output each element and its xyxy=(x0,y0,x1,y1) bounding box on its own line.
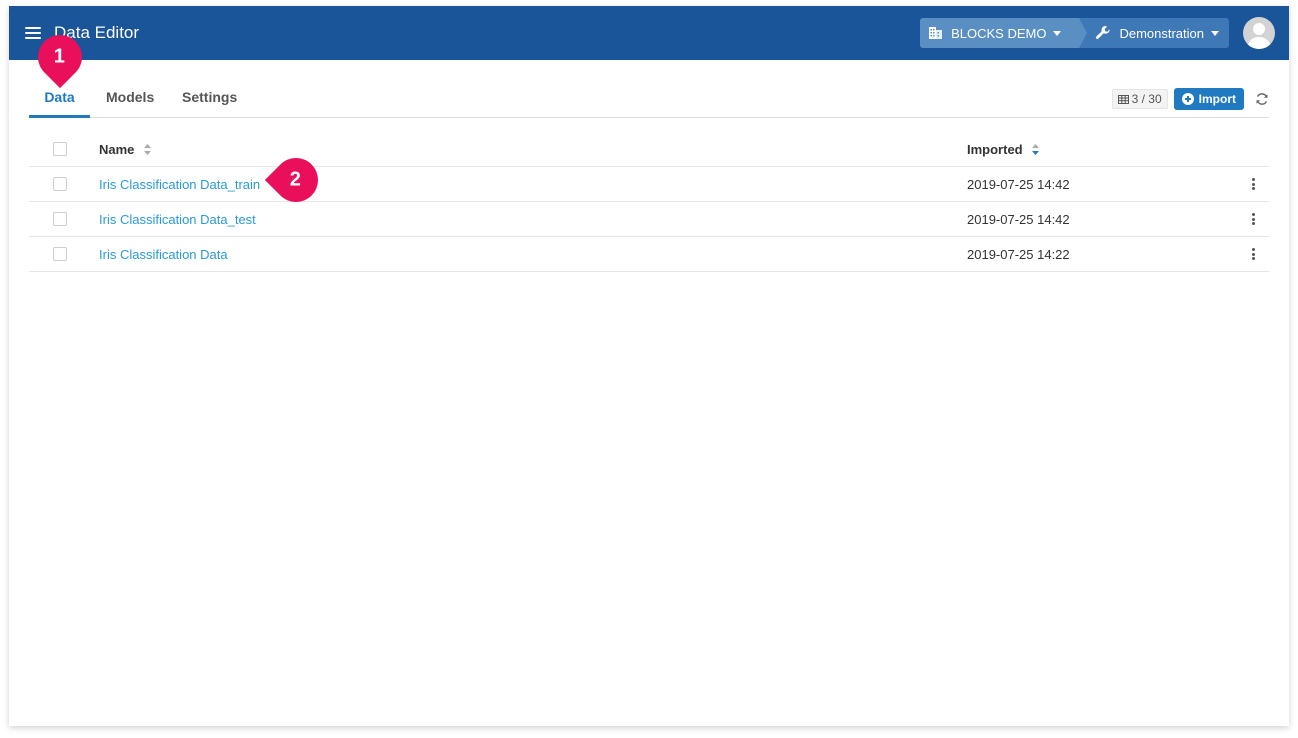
data-name-link[interactable]: Iris Classification Data_train xyxy=(99,177,260,192)
select-all-checkbox[interactable] xyxy=(53,142,67,156)
table-row: Iris Classification Data_test 2019-07-25… xyxy=(29,202,1269,237)
table-icon xyxy=(1117,94,1129,104)
app-window: Data Editor BLOCKS DEMO Demonstration Da… xyxy=(9,6,1289,726)
table-row: Iris Classification Data_train 2019-07-2… xyxy=(29,167,1269,202)
tab-settings[interactable]: Settings xyxy=(182,84,237,118)
table-header: Name Imported xyxy=(29,132,1269,167)
row-checkbox[interactable] xyxy=(53,212,67,226)
tab-models[interactable]: Models xyxy=(106,84,154,118)
breadcrumb: BLOCKS DEMO Demonstration xyxy=(920,18,1229,48)
import-label: Import xyxy=(1198,92,1236,106)
row-checkbox[interactable] xyxy=(53,177,67,191)
count-badge: 3 / 30 xyxy=(1111,89,1168,109)
imported-date: 2019-07-25 14:42 xyxy=(967,177,1070,192)
import-button[interactable]: Import xyxy=(1173,88,1244,110)
app-bar: Data Editor BLOCKS DEMO Demonstration xyxy=(9,6,1289,60)
sort-icon xyxy=(144,144,152,156)
count-label: 3 / 30 xyxy=(1131,92,1162,106)
building-icon xyxy=(929,27,943,39)
sort-descending-icon xyxy=(1032,144,1040,156)
tab-data[interactable]: Data xyxy=(29,84,90,118)
chevron-down-icon xyxy=(1211,30,1219,36)
organization-name: BLOCKS DEMO xyxy=(951,25,1047,41)
imported-date: 2019-07-25 14:22 xyxy=(967,247,1070,262)
hamburger-menu-icon[interactable] xyxy=(25,27,41,39)
imported-date: 2019-07-25 14:42 xyxy=(967,212,1070,227)
project-name: Demonstration xyxy=(1119,25,1204,41)
more-options-icon[interactable] xyxy=(1251,247,1255,261)
wrench-icon xyxy=(1096,26,1111,40)
table-row: Iris Classification Data 2019-07-25 14:2… xyxy=(29,237,1269,272)
data-table: Name Imported Iris Classification Data_t… xyxy=(29,132,1269,272)
tab-bar: Data Models Settings xyxy=(29,84,1269,118)
avatar-icon xyxy=(1253,23,1265,35)
chevron-down-icon xyxy=(1053,30,1062,36)
callout-number: 2 xyxy=(290,168,302,191)
plus-circle-icon xyxy=(1181,93,1194,105)
callout-number: 1 xyxy=(54,45,66,68)
organization-selector[interactable]: BLOCKS DEMO xyxy=(920,18,1088,48)
more-options-icon[interactable] xyxy=(1251,212,1255,226)
refresh-icon[interactable] xyxy=(1255,92,1269,106)
avatar[interactable] xyxy=(1243,17,1275,49)
data-name-link[interactable]: Iris Classification Data_test xyxy=(99,212,256,227)
row-checkbox[interactable] xyxy=(53,247,67,261)
column-header-name[interactable]: Name xyxy=(99,142,152,157)
toolbar: 3 / 30 Import xyxy=(1111,88,1269,110)
project-selector[interactable]: Demonstration xyxy=(1079,18,1229,48)
column-header-imported[interactable]: Imported xyxy=(967,142,1040,157)
data-name-link[interactable]: Iris Classification Data xyxy=(99,247,228,262)
more-options-icon[interactable] xyxy=(1251,177,1255,191)
